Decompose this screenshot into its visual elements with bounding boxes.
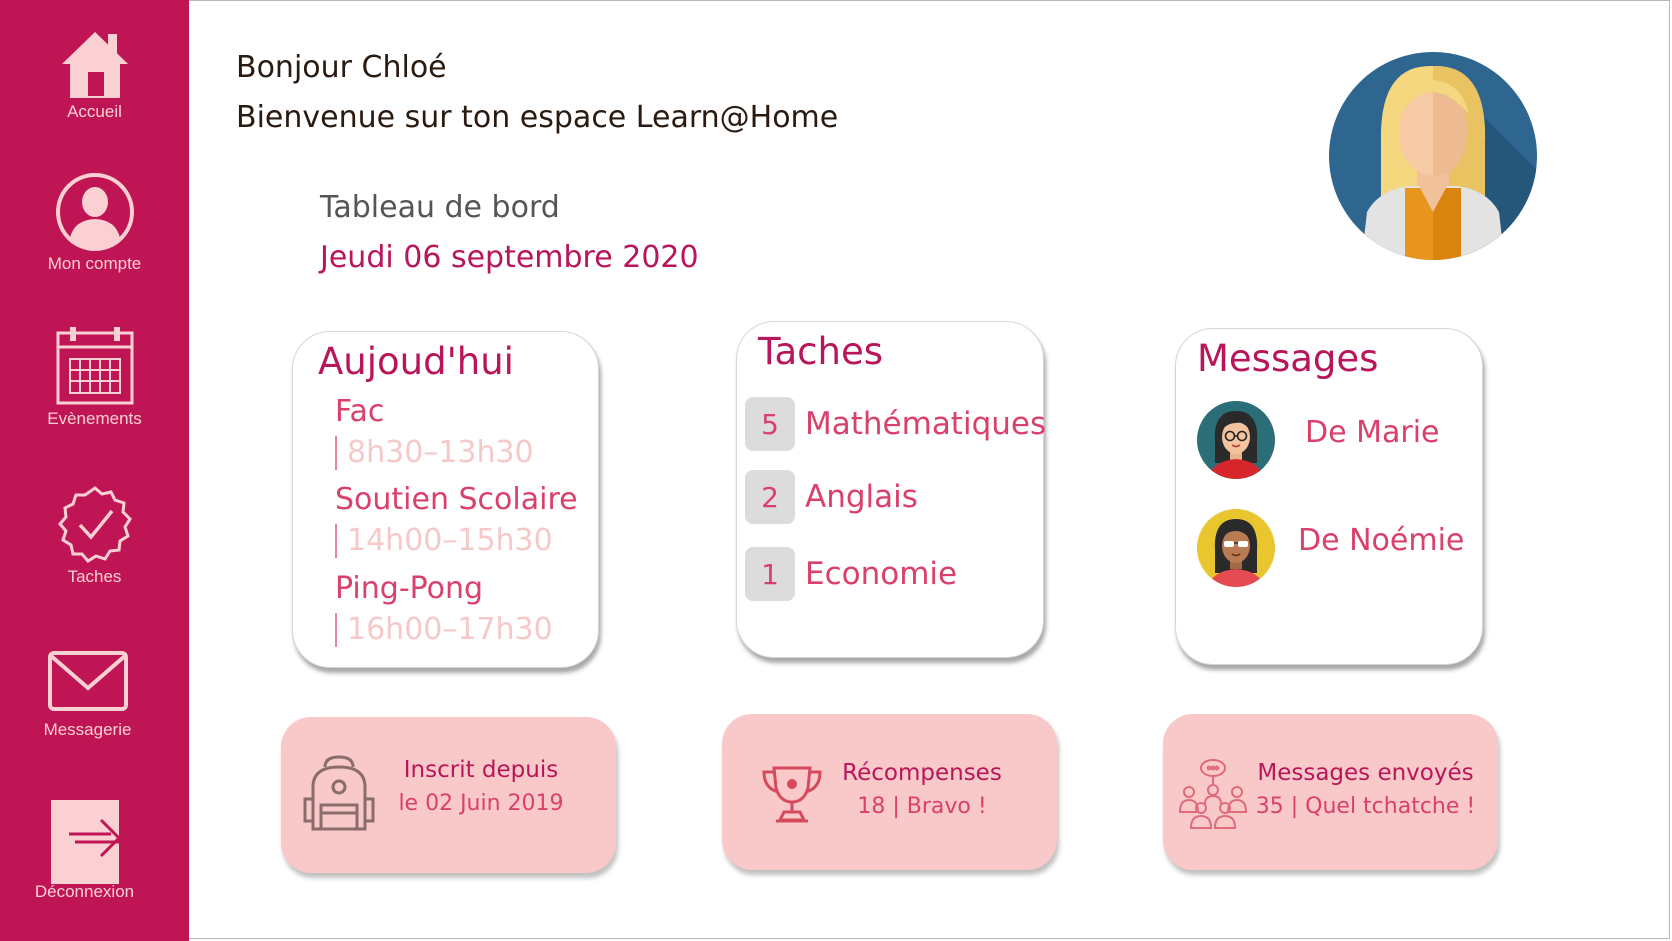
event-time: 14h00–15h30 xyxy=(335,524,553,558)
stat-value: 35 | Quel tchatche ! xyxy=(1255,794,1476,819)
messages-card[interactable]: Messages De Marie De Noémie xyxy=(1175,328,1483,665)
avatar[interactable] xyxy=(1197,509,1275,587)
event-name: Fac xyxy=(335,394,385,429)
sidebar-item-accueil[interactable]: Accueil xyxy=(0,28,189,122)
task-item[interactable]: 2 Anglais xyxy=(745,470,918,524)
today-card[interactable]: Aujoud'hui Fac 8h30–13h30 Soutien Scolai… xyxy=(292,331,599,668)
sidebar-item-label: Déconnexion xyxy=(34,882,135,901)
sidebar-item-label: Mon compte xyxy=(47,254,142,273)
greeting: Bonjour Chloé xyxy=(236,50,447,85)
sidebar-item-label: Evènements xyxy=(47,409,142,428)
avatar[interactable] xyxy=(1329,52,1537,260)
tasks-card[interactable]: Taches 5 Mathématiques 2 Anglais 1 Econo… xyxy=(736,321,1046,658)
community-icon xyxy=(1178,759,1248,829)
home-icon xyxy=(61,32,128,98)
message-sender[interactable]: De Noémie xyxy=(1298,523,1464,558)
task-subject: Mathématiques xyxy=(805,406,1047,442)
sidebar-item-label: Accueil xyxy=(67,102,122,121)
calendar-icon xyxy=(56,327,133,405)
event-name: Ping-Pong xyxy=(335,571,484,606)
stat-title: Messages envoyés xyxy=(1257,760,1474,786)
tasks-title: Taches xyxy=(758,330,883,373)
messages-title: Messages xyxy=(1197,337,1379,380)
task-subject: Anglais xyxy=(805,479,918,515)
stat-value: 18 | Bravo ! xyxy=(857,794,987,819)
sidebar-item-deconnexion[interactable]: Déconnexion xyxy=(0,798,179,902)
event-time: 16h00–17h30 xyxy=(335,613,553,647)
today-title: Aujoud'hui xyxy=(318,340,514,383)
envelope-icon xyxy=(47,651,128,711)
check-badge-icon xyxy=(57,486,132,563)
user-icon xyxy=(55,173,134,251)
stat-tile-inscription: Inscrit depuis le 02 Juin 2019 xyxy=(281,717,616,873)
stat-title: Inscrit depuis xyxy=(403,757,559,783)
sidebar-item-label: Messagerie xyxy=(43,720,132,739)
message-sender[interactable]: De Marie xyxy=(1305,415,1440,450)
sidebar-item-messagerie[interactable]: Messagerie xyxy=(0,650,182,740)
backpack-icon xyxy=(303,755,375,831)
page-title: Tableau de bord xyxy=(320,190,560,225)
event-time: 8h30–13h30 xyxy=(335,436,534,470)
stat-tile-recompenses: Récompenses 18 | Bravo ! xyxy=(722,714,1057,870)
logout-icon xyxy=(50,800,121,884)
stat-title: Récompenses xyxy=(842,760,1002,786)
sidebar-item-taches[interactable]: Taches xyxy=(0,485,189,587)
task-item[interactable]: 1 Economie xyxy=(745,547,957,601)
current-date: Jeudi 06 septembre 2020 xyxy=(320,240,699,275)
task-count-badge: 1 xyxy=(745,547,795,601)
task-subject: Economie xyxy=(805,556,958,592)
avatar[interactable] xyxy=(1197,401,1275,479)
event-name: Soutien Scolaire xyxy=(335,482,578,517)
welcome-message: Bienvenue sur ton espace Learn@Home xyxy=(236,100,839,135)
sidebar-item-label: Taches xyxy=(67,567,122,586)
trophy-icon xyxy=(762,766,822,823)
stat-value: le 02 Juin 2019 xyxy=(398,791,564,816)
sidebar-item-mon-compte[interactable]: Mon compte xyxy=(0,172,189,274)
task-count-badge: 5 xyxy=(745,397,795,451)
stat-tile-messages-envoyes: Messages envoyés 35 | Quel tchatche ! xyxy=(1163,714,1498,870)
sidebar: Accueil Mon compte Evènements Taches Mes… xyxy=(0,0,189,941)
task-count-badge: 2 xyxy=(745,470,795,524)
sidebar-item-evenements[interactable]: Evènements xyxy=(0,325,189,429)
task-item[interactable]: 5 Mathématiques xyxy=(745,397,1046,451)
